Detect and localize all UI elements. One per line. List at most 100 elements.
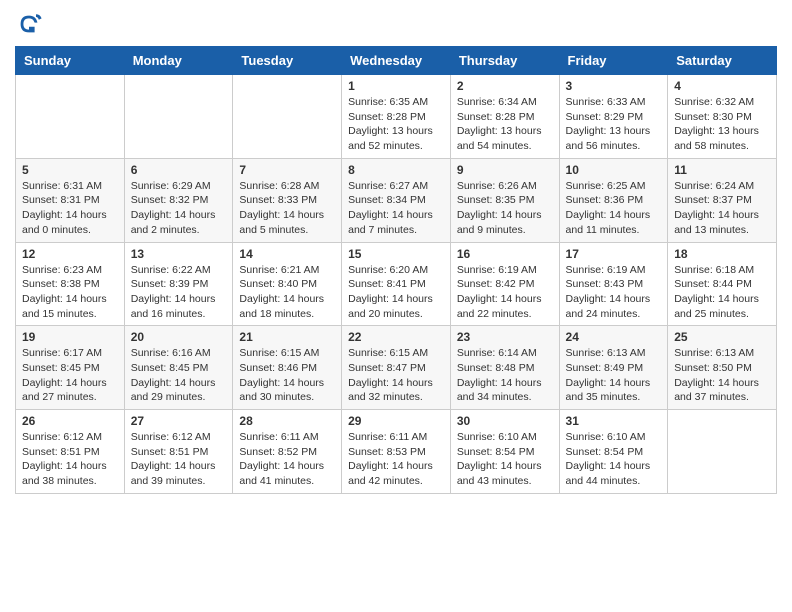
day-info: Sunrise: 6:25 AMSunset: 8:36 PMDaylight:…: [566, 179, 662, 238]
weekday-header-wednesday: Wednesday: [342, 47, 451, 75]
calendar-cell: 30 Sunrise: 6:10 AMSunset: 8:54 PMDayligh…: [450, 410, 559, 494]
day-number: 19: [22, 330, 118, 344]
day-info: Sunrise: 6:16 AMSunset: 8:45 PMDaylight:…: [131, 346, 227, 405]
day-info: Sunrise: 6:10 AMSunset: 8:54 PMDaylight:…: [566, 430, 662, 489]
day-info: Sunrise: 6:27 AMSunset: 8:34 PMDaylight:…: [348, 179, 444, 238]
day-number: 1: [348, 79, 444, 93]
day-number: 8: [348, 163, 444, 177]
day-info: Sunrise: 6:18 AMSunset: 8:44 PMDaylight:…: [674, 263, 770, 322]
day-info: Sunrise: 6:34 AMSunset: 8:28 PMDaylight:…: [457, 95, 553, 154]
day-number: 5: [22, 163, 118, 177]
calendar-cell: 21Sunrise: 6:15 AMSunset: 8:46 PMDayligh…: [233, 326, 342, 410]
day-number: 25: [674, 330, 770, 344]
calendar-body: 1 Sunrise: 6:35 AMSunset: 8:28 PMDaylight…: [16, 75, 777, 494]
calendar-cell: 3 Sunrise: 6:33 AMSunset: 8:29 PMDaylight…: [559, 75, 668, 159]
weekday-header-thursday: Thursday: [450, 47, 559, 75]
day-info: Sunrise: 6:13 AMSunset: 8:50 PMDaylight:…: [674, 346, 770, 405]
calendar-cell: [124, 75, 233, 159]
calendar-cell: 9 Sunrise: 6:26 AMSunset: 8:35 PMDaylight…: [450, 158, 559, 242]
calendar-cell: 18 Sunrise: 6:18 AMSunset: 8:44 PMDayligh…: [668, 242, 777, 326]
calendar-week-row: 1 Sunrise: 6:35 AMSunset: 8:28 PMDaylight…: [16, 75, 777, 159]
calendar-table: SundayMondayTuesdayWednesdayThursdayFrid…: [15, 46, 777, 494]
day-number: 29: [348, 414, 444, 428]
day-info: Sunrise: 6:10 AMSunset: 8:54 PMDaylight:…: [457, 430, 553, 489]
day-info: Sunrise: 6:22 AMSunset: 8:39 PMDaylight:…: [131, 263, 227, 322]
day-info: Sunrise: 6:32 AMSunset: 8:30 PMDaylight:…: [674, 95, 770, 154]
calendar-cell: 27 Sunrise: 6:12 AMSunset: 8:51 PMDayligh…: [124, 410, 233, 494]
calendar-cell: 19 Sunrise: 6:17 AMSunset: 8:45 PMDayligh…: [16, 326, 125, 410]
calendar-cell: [16, 75, 125, 159]
day-number: 7: [239, 163, 335, 177]
day-number: 10: [566, 163, 662, 177]
day-info: Sunrise: 6:21 AMSunset: 8:40 PMDaylight:…: [239, 263, 335, 322]
calendar-cell: 15Sunrise: 6:20 AMSunset: 8:41 PMDayligh…: [342, 242, 451, 326]
calendar-cell: 6Sunrise: 6:29 AMSunset: 8:32 PMDaylight…: [124, 158, 233, 242]
calendar-cell: 1 Sunrise: 6:35 AMSunset: 8:28 PMDaylight…: [342, 75, 451, 159]
day-info: Sunrise: 6:17 AMSunset: 8:45 PMDaylight:…: [22, 346, 118, 405]
logo: [15, 10, 47, 38]
day-number: 14: [239, 247, 335, 261]
calendar-week-row: 26Sunrise: 6:12 AMSunset: 8:51 PMDayligh…: [16, 410, 777, 494]
calendar-header: SundayMondayTuesdayWednesdayThursdayFrid…: [16, 47, 777, 75]
calendar-cell: 17 Sunrise: 6:19 AMSunset: 8:43 PMDayligh…: [559, 242, 668, 326]
calendar-cell: 20Sunrise: 6:16 AMSunset: 8:45 PMDayligh…: [124, 326, 233, 410]
day-info: Sunrise: 6:31 AMSunset: 8:31 PMDaylight:…: [22, 179, 118, 238]
day-number: 16: [457, 247, 553, 261]
day-number: 28: [239, 414, 335, 428]
day-number: 30: [457, 414, 553, 428]
calendar-cell: 31 Sunrise: 6:10 AMSunset: 8:54 PMDayligh…: [559, 410, 668, 494]
calendar-cell: 14 Sunrise: 6:21 AMSunset: 8:40 PMDayligh…: [233, 242, 342, 326]
calendar-cell: 13 Sunrise: 6:22 AMSunset: 8:39 PMDayligh…: [124, 242, 233, 326]
day-number: 12: [22, 247, 118, 261]
weekday-header-monday: Monday: [124, 47, 233, 75]
day-number: 9: [457, 163, 553, 177]
day-number: 17: [566, 247, 662, 261]
day-number: 11: [674, 163, 770, 177]
day-number: 27: [131, 414, 227, 428]
calendar-cell: 7 Sunrise: 6:28 AMSunset: 8:33 PMDaylight…: [233, 158, 342, 242]
day-number: 31: [566, 414, 662, 428]
calendar-cell: 23Sunrise: 6:14 AMSunset: 8:48 PMDayligh…: [450, 326, 559, 410]
calendar-cell: 28Sunrise: 6:11 AMSunset: 8:52 PMDayligh…: [233, 410, 342, 494]
weekday-header-tuesday: Tuesday: [233, 47, 342, 75]
calendar-cell: 26Sunrise: 6:12 AMSunset: 8:51 PMDayligh…: [16, 410, 125, 494]
day-info: Sunrise: 6:33 AMSunset: 8:29 PMDaylight:…: [566, 95, 662, 154]
calendar-week-row: 5 Sunrise: 6:31 AMSunset: 8:31 PMDaylight…: [16, 158, 777, 242]
day-info: Sunrise: 6:19 AMSunset: 8:43 PMDaylight:…: [566, 263, 662, 322]
day-number: 22: [348, 330, 444, 344]
calendar-cell: 16 Sunrise: 6:19 AMSunset: 8:42 PMDayligh…: [450, 242, 559, 326]
calendar-cell: 12Sunrise: 6:23 AMSunset: 8:38 PMDayligh…: [16, 242, 125, 326]
day-info: Sunrise: 6:19 AMSunset: 8:42 PMDaylight:…: [457, 263, 553, 322]
weekday-header-row: SundayMondayTuesdayWednesdayThursdayFrid…: [16, 47, 777, 75]
day-info: Sunrise: 6:11 AMSunset: 8:53 PMDaylight:…: [348, 430, 444, 489]
calendar-cell: 22Sunrise: 6:15 AMSunset: 8:47 PMDayligh…: [342, 326, 451, 410]
calendar-cell: 29 Sunrise: 6:11 AMSunset: 8:53 PMDayligh…: [342, 410, 451, 494]
calendar-cell: 11Sunrise: 6:24 AMSunset: 8:37 PMDayligh…: [668, 158, 777, 242]
day-info: Sunrise: 6:12 AMSunset: 8:51 PMDaylight:…: [131, 430, 227, 489]
page-header: [15, 10, 777, 38]
day-info: Sunrise: 6:26 AMSunset: 8:35 PMDaylight:…: [457, 179, 553, 238]
calendar-cell: 2 Sunrise: 6:34 AMSunset: 8:28 PMDaylight…: [450, 75, 559, 159]
day-info: Sunrise: 6:29 AMSunset: 8:32 PMDaylight:…: [131, 179, 227, 238]
calendar-cell: 24Sunrise: 6:13 AMSunset: 8:49 PMDayligh…: [559, 326, 668, 410]
day-number: 21: [239, 330, 335, 344]
day-info: Sunrise: 6:28 AMSunset: 8:33 PMDaylight:…: [239, 179, 335, 238]
calendar-cell: 10 Sunrise: 6:25 AMSunset: 8:36 PMDayligh…: [559, 158, 668, 242]
day-number: 13: [131, 247, 227, 261]
calendar-cell: 25 Sunrise: 6:13 AMSunset: 8:50 PMDayligh…: [668, 326, 777, 410]
calendar-cell: 4Sunrise: 6:32 AMSunset: 8:30 PMDaylight…: [668, 75, 777, 159]
calendar-cell: 5 Sunrise: 6:31 AMSunset: 8:31 PMDaylight…: [16, 158, 125, 242]
day-info: Sunrise: 6:35 AMSunset: 8:28 PMDaylight:…: [348, 95, 444, 154]
weekday-header-friday: Friday: [559, 47, 668, 75]
calendar-week-row: 19 Sunrise: 6:17 AMSunset: 8:45 PMDayligh…: [16, 326, 777, 410]
calendar-week-row: 12Sunrise: 6:23 AMSunset: 8:38 PMDayligh…: [16, 242, 777, 326]
day-info: Sunrise: 6:14 AMSunset: 8:48 PMDaylight:…: [457, 346, 553, 405]
calendar-cell: [668, 410, 777, 494]
day-number: 18: [674, 247, 770, 261]
weekday-header-sunday: Sunday: [16, 47, 125, 75]
calendar-cell: [233, 75, 342, 159]
day-number: 3: [566, 79, 662, 93]
day-info: Sunrise: 6:13 AMSunset: 8:49 PMDaylight:…: [566, 346, 662, 405]
day-number: 2: [457, 79, 553, 93]
calendar-cell: 8 Sunrise: 6:27 AMSunset: 8:34 PMDaylight…: [342, 158, 451, 242]
